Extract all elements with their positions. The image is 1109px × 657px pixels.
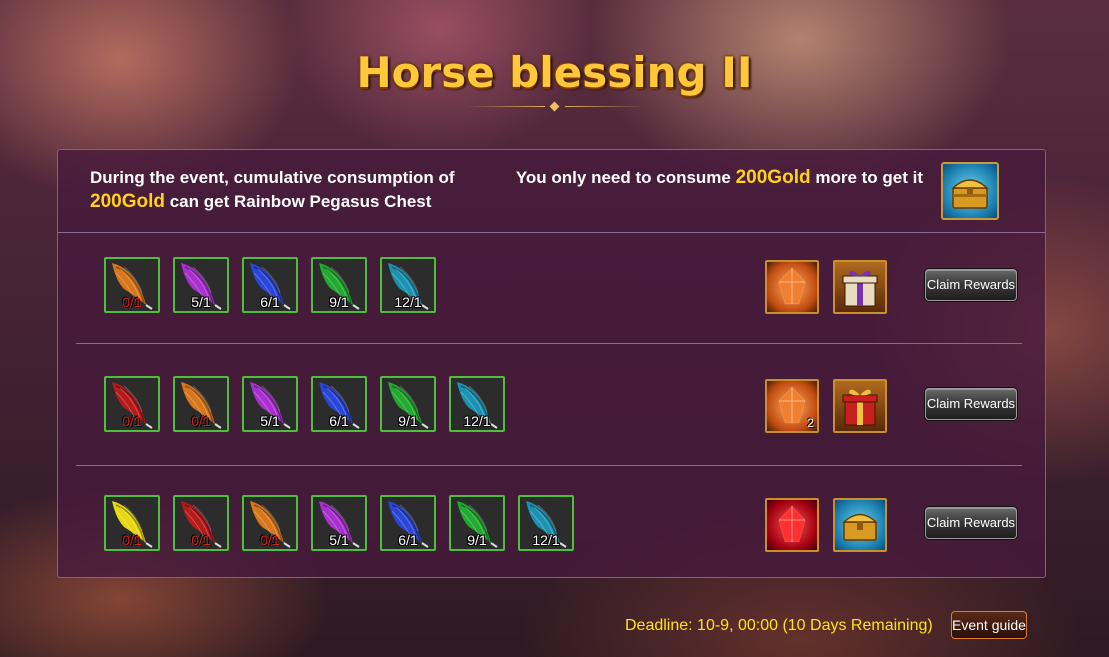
red-gift-box-icon[interactable] bbox=[833, 379, 887, 433]
feather-count: 9/1 bbox=[398, 413, 418, 429]
feather-count: 9/1 bbox=[467, 532, 487, 548]
teal-feather-item[interactable]: 12/1 bbox=[518, 495, 574, 551]
feather-count: 6/1 bbox=[329, 413, 349, 429]
green-feather-item[interactable]: 9/1 bbox=[449, 495, 505, 551]
orange-crystal-icon[interactable] bbox=[765, 260, 819, 314]
purple-gift-box-icon[interactable] bbox=[833, 260, 887, 314]
remaining-suffix: more to get it bbox=[815, 168, 923, 187]
remaining-gold: 200Gold bbox=[735, 167, 811, 188]
row-divider bbox=[76, 465, 1022, 466]
feather-count: 0/1 bbox=[122, 413, 142, 429]
description-prefix: During the event, cumulative consumption… bbox=[90, 168, 455, 187]
required-gold: 200Gold bbox=[90, 191, 165, 212]
feather-count: 9/1 bbox=[329, 294, 349, 310]
feather-count: 5/1 bbox=[329, 532, 349, 548]
blue-feather-item[interactable]: 6/1 bbox=[311, 376, 367, 432]
orange-feather-item[interactable]: 0/1 bbox=[104, 257, 160, 313]
event-title: Horse blessing II bbox=[356, 48, 753, 97]
feather-count: 5/1 bbox=[260, 413, 280, 429]
reward-quantity: 2 bbox=[807, 416, 814, 430]
rainbow-pegasus-chest-icon[interactable] bbox=[941, 162, 999, 220]
blue-feather-item[interactable]: 6/1 bbox=[380, 495, 436, 551]
purple-feather-item[interactable]: 5/1 bbox=[311, 495, 367, 551]
feather-count: 6/1 bbox=[398, 532, 418, 548]
green-feather-item[interactable]: 9/1 bbox=[380, 376, 436, 432]
event-description: During the event, cumulative consumption… bbox=[90, 166, 510, 214]
event-guide-button[interactable]: Event guide bbox=[951, 611, 1027, 639]
orange-crystal-icon[interactable]: 2 bbox=[765, 379, 819, 433]
orange-feather-item[interactable]: 0/1 bbox=[242, 495, 298, 551]
deadline-text: Deadline: 10-9, 00:00 (10 Days Remaining… bbox=[625, 617, 933, 634]
red-feather-item[interactable]: 0/1 bbox=[104, 376, 160, 432]
header-divider bbox=[58, 232, 1045, 233]
yellow-feather-item[interactable]: 0/1 bbox=[104, 495, 160, 551]
feather-count: 0/1 bbox=[122, 294, 142, 310]
claim-rewards-button[interactable]: Claim Rewards bbox=[925, 507, 1017, 539]
purple-feather-item[interactable]: 5/1 bbox=[242, 376, 298, 432]
teal-feather-item[interactable]: 12/1 bbox=[449, 376, 505, 432]
purple-feather-item[interactable]: 5/1 bbox=[173, 257, 229, 313]
feather-count: 12/1 bbox=[394, 294, 422, 310]
remaining-prefix: You only need to consume bbox=[515, 168, 731, 187]
feather-count: 0/1 bbox=[260, 532, 280, 548]
golden-chest-icon[interactable] bbox=[833, 498, 887, 552]
remaining-consumption: You only need to consume 200Gold more to… bbox=[508, 166, 923, 190]
description-suffix: can get Rainbow Pegasus Chest bbox=[169, 192, 432, 211]
feather-count: 0/1 bbox=[122, 532, 142, 548]
red-feather-item[interactable]: 0/1 bbox=[173, 495, 229, 551]
feather-count: 6/1 bbox=[260, 294, 280, 310]
blue-feather-item[interactable]: 6/1 bbox=[242, 257, 298, 313]
teal-feather-item[interactable]: 12/1 bbox=[380, 257, 436, 313]
feather-count: 5/1 bbox=[191, 294, 211, 310]
title-ornament bbox=[465, 101, 645, 112]
orange-feather-item[interactable]: 0/1 bbox=[173, 376, 229, 432]
green-feather-item[interactable]: 9/1 bbox=[311, 257, 367, 313]
claim-rewards-button[interactable]: Claim Rewards bbox=[925, 388, 1017, 420]
row-divider bbox=[76, 343, 1022, 344]
claim-rewards-button[interactable]: Claim Rewards bbox=[925, 269, 1017, 301]
feather-count: 0/1 bbox=[191, 532, 211, 548]
red-crystal-icon[interactable] bbox=[765, 498, 819, 552]
feather-count: 12/1 bbox=[532, 532, 560, 548]
feather-count: 0/1 bbox=[191, 413, 211, 429]
feather-count: 12/1 bbox=[463, 413, 491, 429]
